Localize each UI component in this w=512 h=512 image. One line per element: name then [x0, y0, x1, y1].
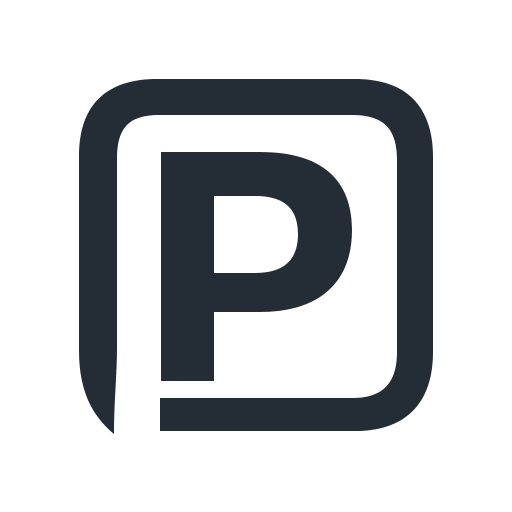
- app-icon-canvas: [0, 0, 512, 512]
- logo-letter-p: [161, 152, 352, 381]
- parking-p-icon: [79, 79, 433, 434]
- logo-frame: [79, 79, 433, 434]
